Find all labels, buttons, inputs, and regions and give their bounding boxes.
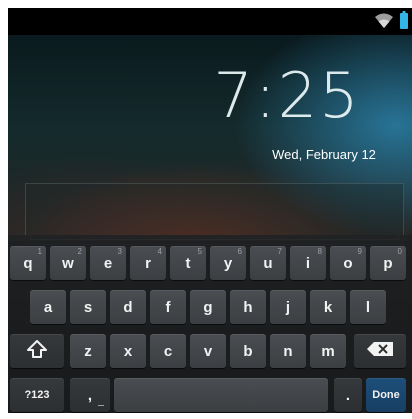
key-hint: 1 [37,247,42,256]
mic-hint-icon [98,405,104,406]
key-o[interactable]: o9 [330,246,366,280]
key-z[interactable]: z [70,334,106,368]
key-n[interactable]: n [270,334,306,368]
key-c[interactable]: c [150,334,186,368]
key-x[interactable]: x [110,334,146,368]
key-f[interactable]: f [150,290,186,324]
backspace-icon [367,342,393,360]
soft-keyboard: q1 w2 e3 r4 t5 y6 u7 i8 o9 p0 a s d f g … [8,235,412,413]
key-v[interactable]: v [190,334,226,368]
comma-key[interactable]: , [70,378,110,412]
period-key[interactable]: . [334,378,362,412]
shift-key[interactable] [10,334,64,368]
space-key[interactable] [114,378,328,412]
key-e[interactable]: e3 [90,246,126,280]
backspace-key[interactable] [354,334,406,368]
key-hint: 5 [197,247,202,256]
key-hint: 0 [397,247,402,256]
key-y[interactable]: y6 [210,246,246,280]
key-w[interactable]: w2 [50,246,86,280]
key-j[interactable]: j [270,290,306,324]
battery-icon [400,11,408,29]
wifi-icon [374,13,394,29]
symbols-key[interactable]: ?123 [10,378,64,412]
key-g[interactable]: g [190,290,226,324]
key-t[interactable]: t5 [170,246,206,280]
status-bar [8,8,412,35]
shift-icon [27,340,47,362]
lockscreen-date: Wed, February 12 [272,147,376,162]
key-hint: 4 [157,247,162,256]
key-m[interactable]: m [310,334,346,368]
key-hint: 2 [77,247,82,256]
key-q[interactable]: q1 [10,246,46,280]
phone-screen: 7:25 Wed, February 12 q1 w2 e3 r4 t5 y6 … [8,8,412,413]
key-hint: 8 [317,247,322,256]
key-hint: 7 [277,247,282,256]
key-k[interactable]: k [310,290,346,324]
key-d[interactable]: d [110,290,146,324]
key-hint: 6 [237,247,242,256]
done-key[interactable]: Done [366,378,406,412]
key-u[interactable]: u7 [250,246,286,280]
key-s[interactable]: s [70,290,106,324]
key-a[interactable]: a [30,290,66,324]
lockscreen-wallpaper: 7:25 Wed, February 12 [8,35,412,245]
lockscreen-clock: 7:25 [213,59,361,132]
key-r[interactable]: r4 [130,246,166,280]
key-b[interactable]: b [230,334,266,368]
key-hint: 9 [357,247,362,256]
key-i[interactable]: i8 [290,246,326,280]
key-l[interactable]: l [350,290,386,324]
key-h[interactable]: h [230,290,266,324]
key-hint: 3 [117,247,122,256]
key-p[interactable]: p0 [370,246,406,280]
